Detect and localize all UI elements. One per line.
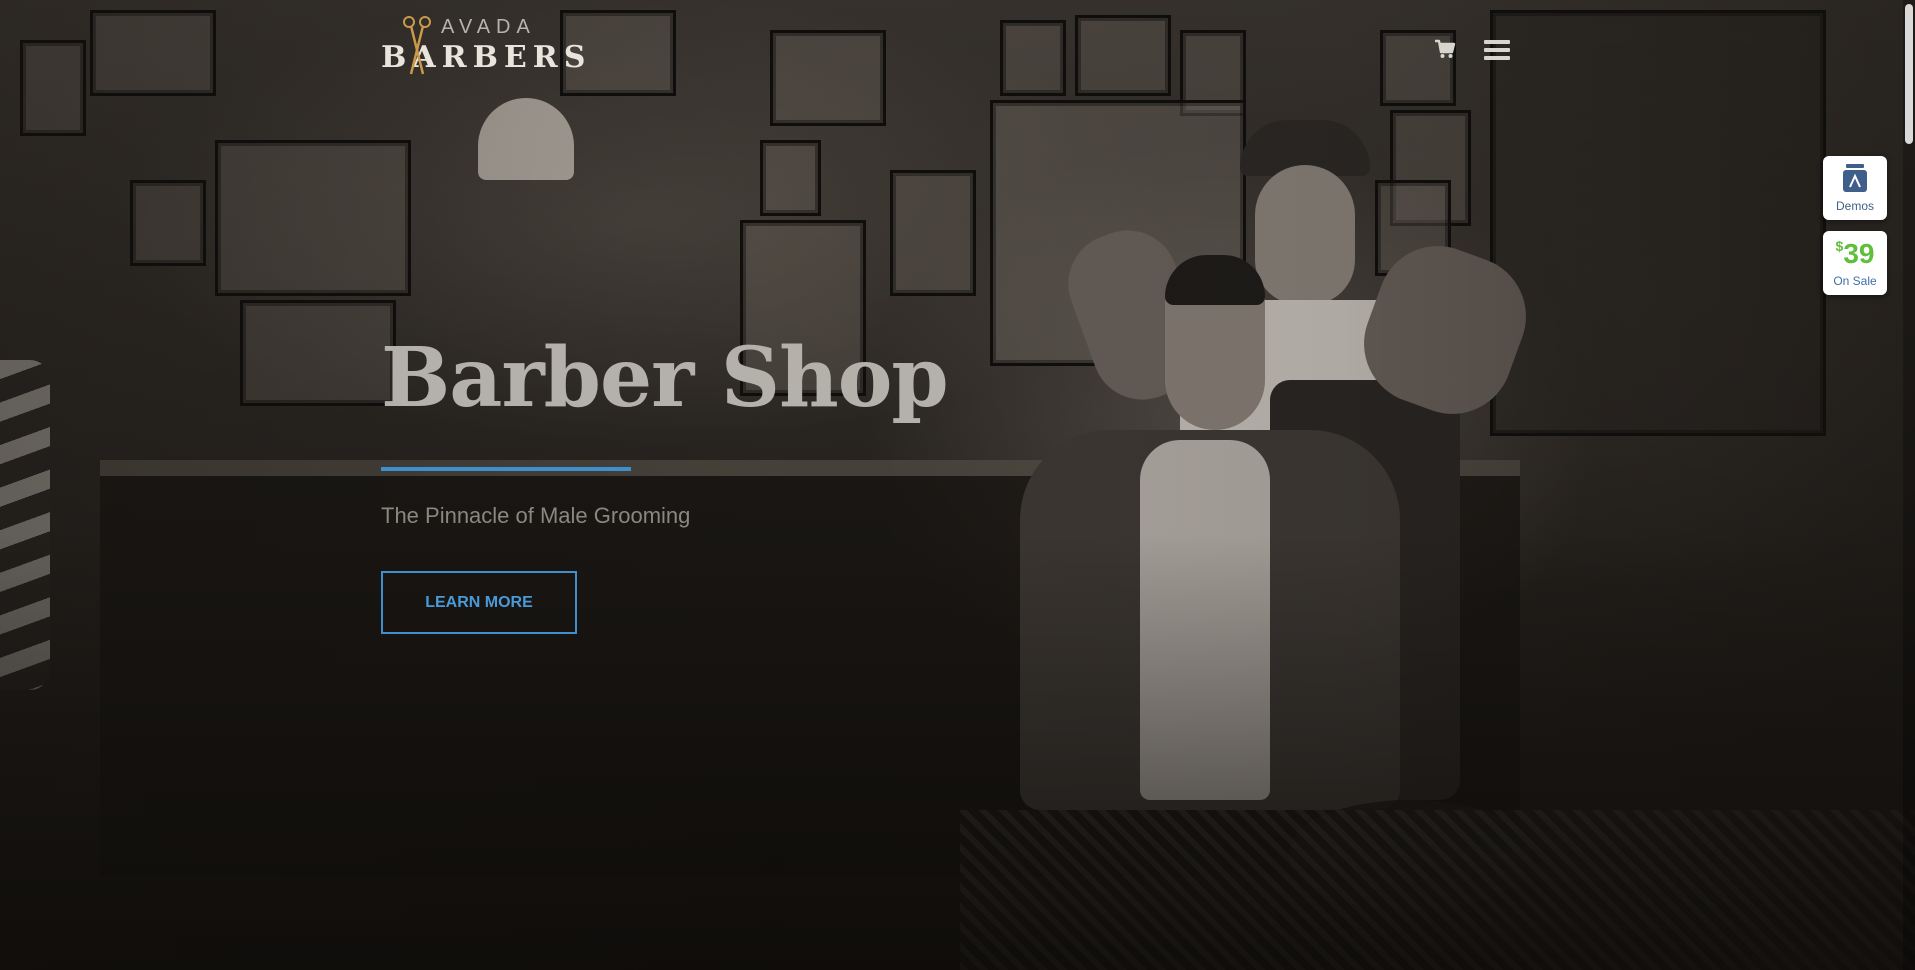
demos-label: Demos: [1835, 199, 1874, 213]
page-scrollbar[interactable]: [1903, 0, 1915, 970]
hero-subtitle: The Pinnacle of Male Grooming: [381, 503, 691, 528]
learn-more-button[interactable]: LEARN MORE: [381, 571, 577, 634]
hamburger-menu-icon[interactable]: [1484, 38, 1510, 62]
price-value: 39: [1843, 238, 1875, 269]
price-tag: $39: [1823, 239, 1887, 269]
scrollbar-thumb[interactable]: [1905, 4, 1913, 144]
site-logo[interactable]: AVADA BARBERS: [381, 14, 585, 78]
on-sale-button[interactable]: $39 On Sale: [1823, 231, 1887, 295]
hero-background-image: [0, 0, 1915, 970]
scissors-icon: [403, 16, 431, 75]
hero-title: Barber Shop: [381, 330, 949, 426]
title-divider: [381, 467, 631, 471]
logo-avada-text: AVADA: [441, 16, 536, 38]
demos-button[interactable]: Demos: [1823, 156, 1887, 220]
shopping-cart-icon[interactable]: [1434, 38, 1456, 60]
on-sale-label: On Sale: [1833, 274, 1877, 288]
dark-overlay: [0, 0, 1915, 970]
demos-icon: [1843, 164, 1867, 192]
